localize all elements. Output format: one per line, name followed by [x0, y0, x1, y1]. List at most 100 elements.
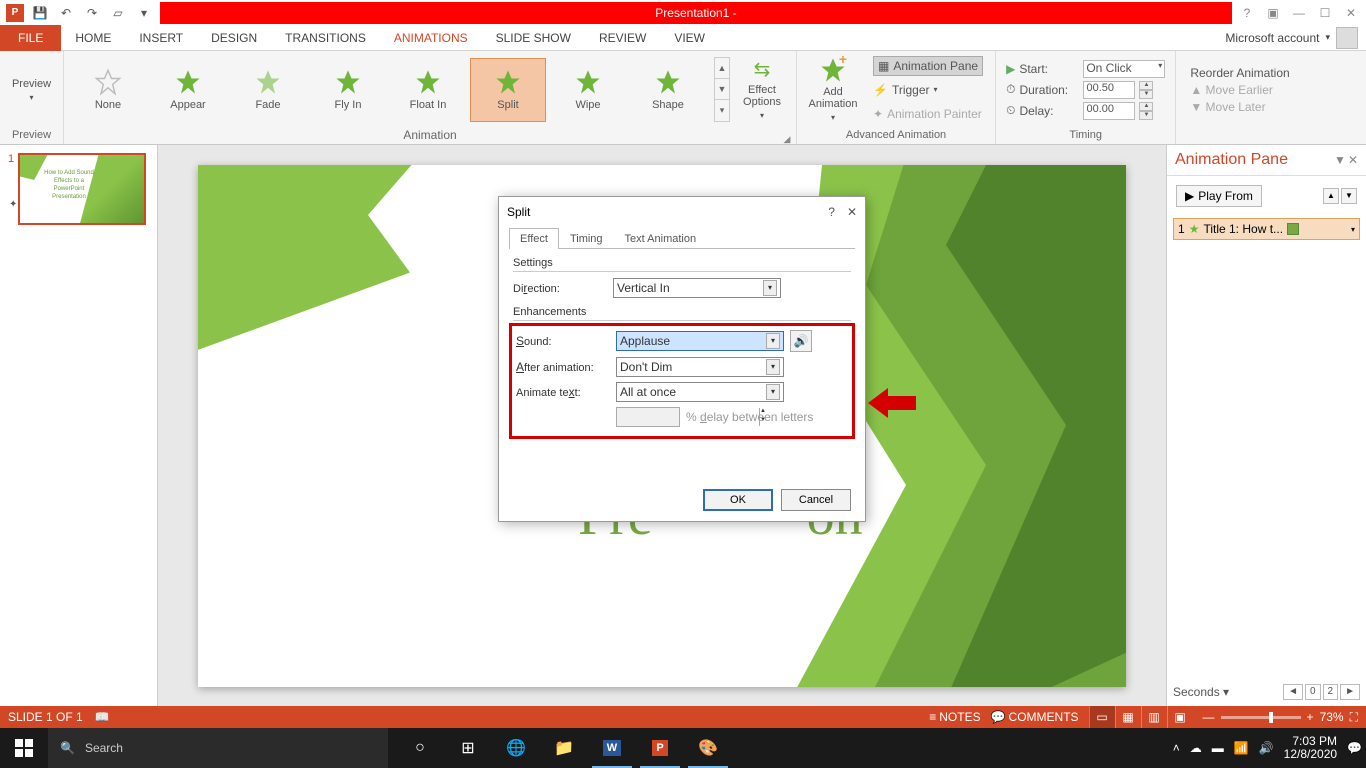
- ap-nav-prev[interactable]: ◄: [1283, 684, 1303, 700]
- fit-window-icon[interactable]: ⛶: [1350, 710, 1358, 725]
- anim-floatin[interactable]: Float In: [390, 58, 466, 122]
- delay-hint: % delay between letters: [686, 410, 813, 424]
- animation-pane-button[interactable]: ▦Animation Pane: [873, 56, 983, 76]
- ap-close-icon[interactable]: ✕: [1348, 153, 1358, 167]
- highlight-box: Sound: Applause▾ 🔊 After animation: Don'…: [509, 323, 855, 439]
- ap-move-up[interactable]: ▲: [1323, 188, 1339, 204]
- clock[interactable]: 7:03 PM12/8/2020: [1284, 735, 1337, 761]
- notes-button[interactable]: ≡NOTES: [929, 710, 980, 724]
- cortana-icon[interactable]: ○: [396, 728, 444, 768]
- powerpoint-icon[interactable]: P: [636, 728, 684, 768]
- sound-preview-icon[interactable]: 🔊: [790, 330, 812, 352]
- ap-item-1[interactable]: 1 ★ Title 1: How t... ▾: [1173, 218, 1360, 240]
- spellcheck-icon[interactable]: 📖: [95, 710, 110, 724]
- battery-icon[interactable]: ▬: [1212, 741, 1224, 755]
- delay-field[interactable]: ⏲Delay:00.00▲▼: [1006, 102, 1165, 120]
- tab-file[interactable]: FILE: [0, 25, 61, 51]
- dialog-help-icon[interactable]: ?: [828, 205, 835, 219]
- tab-animations[interactable]: ANIMATIONS: [380, 25, 482, 51]
- svg-text:+: +: [839, 56, 847, 67]
- after-animation-select[interactable]: Don't Dim▾: [616, 357, 784, 377]
- anim-flyin[interactable]: Fly In: [310, 58, 386, 122]
- save-icon[interactable]: 💾: [30, 3, 50, 23]
- ap-nav-next[interactable]: ►: [1340, 684, 1360, 700]
- view-reading-icon[interactable]: ▥: [1141, 706, 1167, 728]
- volume-icon[interactable]: 🔊: [1259, 741, 1274, 755]
- anim-shape[interactable]: Shape: [630, 58, 706, 122]
- slide-counter: SLIDE 1 OF 1: [8, 710, 83, 724]
- view-sorter-icon[interactable]: ▦: [1115, 706, 1141, 728]
- view-slideshow-icon[interactable]: ▣: [1167, 706, 1193, 728]
- close-icon[interactable]: ✕: [1340, 2, 1362, 24]
- notifications-icon[interactable]: 💬: [1347, 741, 1362, 755]
- ok-button[interactable]: OK: [703, 489, 773, 511]
- anim-appear[interactable]: Appear: [150, 58, 226, 122]
- dialog-close-icon[interactable]: ✕: [847, 205, 857, 219]
- anim-fade[interactable]: Fade: [230, 58, 306, 122]
- anim-wipe[interactable]: Wipe: [550, 58, 626, 122]
- trigger-button[interactable]: ⚡Trigger▾: [873, 80, 983, 100]
- enhancements-legend: Enhancements: [513, 306, 851, 321]
- group-timing: Timing: [996, 128, 1175, 144]
- cancel-button[interactable]: Cancel: [781, 489, 851, 511]
- chrome-icon[interactable]: 🌐: [492, 728, 540, 768]
- ap-move-down[interactable]: ▼: [1341, 188, 1357, 204]
- taskbar-search[interactable]: 🔍Search: [48, 728, 388, 768]
- ap-dropdown-icon[interactable]: ▼: [1334, 153, 1346, 167]
- animation-gallery-scroll[interactable]: ▲▼▾: [714, 57, 730, 122]
- help-icon[interactable]: ?: [1236, 2, 1258, 24]
- minimize-icon[interactable]: —: [1288, 2, 1310, 24]
- task-view-icon[interactable]: ⊞: [444, 728, 492, 768]
- effect-options-button[interactable]: ⇆ Effect Options▾: [734, 54, 790, 126]
- paint-icon[interactable]: 🎨: [684, 728, 732, 768]
- undo-icon[interactable]: ↶: [56, 3, 76, 23]
- tab-effect[interactable]: Effect: [509, 228, 559, 249]
- anim-none[interactable]: None: [70, 58, 146, 122]
- qat-dropdown-icon[interactable]: ▾: [134, 3, 154, 23]
- move-earlier-button: ▲ Move Earlier: [1190, 83, 1289, 97]
- tab-timing[interactable]: Timing: [559, 228, 614, 249]
- explorer-icon[interactable]: 📁: [540, 728, 588, 768]
- callout-arrow: [868, 386, 916, 423]
- search-icon: 🔍: [60, 741, 75, 755]
- word-icon[interactable]: W: [588, 728, 636, 768]
- ribbon-options-icon[interactable]: ▣: [1262, 2, 1284, 24]
- tab-insert[interactable]: INSERT: [125, 25, 197, 51]
- animate-text-select[interactable]: All at once▾: [616, 382, 784, 402]
- tab-home[interactable]: HOME: [61, 25, 125, 51]
- duration-field[interactable]: ⏱Duration:00.50▲▼: [1006, 81, 1165, 99]
- tab-design[interactable]: DESIGN: [197, 25, 271, 51]
- preview-button[interactable]: Preview▾: [6, 54, 57, 126]
- tab-view[interactable]: VIEW: [660, 25, 719, 51]
- start-slideshow-icon[interactable]: ▱: [108, 3, 128, 23]
- tray-chevron-icon[interactable]: ˄: [1173, 741, 1180, 755]
- play-from-button[interactable]: ▶Play From: [1176, 185, 1262, 207]
- add-animation-button[interactable]: + Add Animation▾: [803, 54, 863, 126]
- view-normal-icon[interactable]: ▭: [1089, 706, 1115, 728]
- onedrive-icon[interactable]: ☁: [1190, 741, 1202, 755]
- ribbon: Preview▾ Preview None Appear Fade Fly In…: [0, 51, 1366, 145]
- tab-slideshow[interactable]: SLIDE SHOW: [482, 25, 585, 51]
- slides-panel[interactable]: 1 ✦ How to Add Sound Effects to a PowerP…: [0, 145, 158, 706]
- redo-icon[interactable]: ↷: [82, 3, 102, 23]
- sound-select[interactable]: Applause▾: [616, 331, 784, 351]
- tab-transitions[interactable]: TRANSITIONS: [271, 25, 380, 51]
- ap-title: Animation Pane: [1175, 151, 1288, 169]
- direction-select[interactable]: Vertical In▾: [613, 278, 781, 298]
- anim-split[interactable]: Split: [470, 58, 546, 122]
- slide-thumbnail[interactable]: How to Add Sound Effects to a PowerPoint…: [18, 153, 146, 225]
- wifi-icon[interactable]: 📶: [1234, 741, 1249, 755]
- tab-review[interactable]: REVIEW: [585, 25, 660, 51]
- status-bar: SLIDE 1 OF 1 📖 ≡NOTES 💬COMMENTS ▭ ▦ ▥ ▣ …: [0, 706, 1366, 728]
- comments-button[interactable]: 💬COMMENTS: [991, 710, 1079, 724]
- animation-dialog-launcher[interactable]: ◢: [782, 132, 792, 142]
- start-button[interactable]: [0, 728, 48, 768]
- maximize-icon[interactable]: ☐: [1314, 2, 1336, 24]
- menu-tabs: FILE HOME INSERT DESIGN TRANSITIONS ANIM…: [0, 25, 1366, 51]
- tab-text-animation[interactable]: Text Animation: [614, 228, 708, 249]
- thumb-number: 1: [8, 153, 14, 165]
- start-field[interactable]: ▶Start:On Click▾: [1006, 60, 1165, 78]
- zoom-control[interactable]: —+ 73% ⛶: [1203, 710, 1358, 725]
- account-menu[interactable]: Microsoft account▾: [1225, 27, 1366, 49]
- taskbar: 🔍Search ○ ⊞ 🌐 📁 W P 🎨 ˄ ☁ ▬ 📶 🔊 7:03 PM1…: [0, 728, 1366, 768]
